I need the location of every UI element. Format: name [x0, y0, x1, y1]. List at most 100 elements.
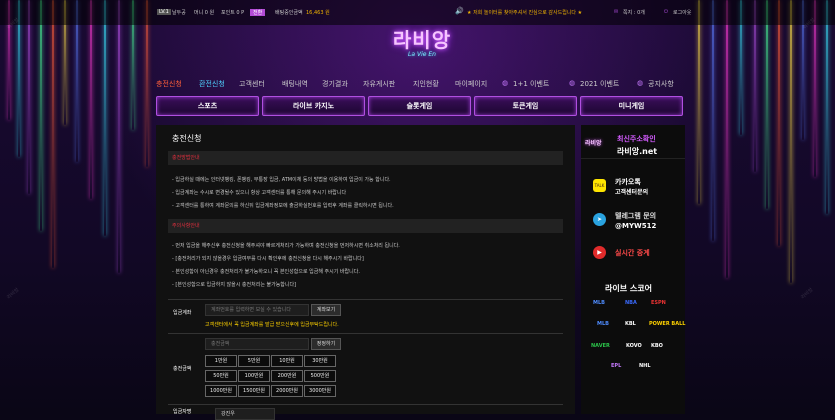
speaker-icon: 🔊 [455, 7, 464, 15]
exchange-button[interactable]: 전환 [250, 9, 266, 16]
nav-mypage[interactable]: 마이페이지 [455, 79, 487, 89]
section-caution: 주의사항안내 [168, 219, 563, 233]
top-bar: LV.1 날두공 머니 0 원 포인트 0 P 전환 배팅중인금액 16,463… [0, 0, 835, 25]
amount-2000[interactable]: 2000만원 [271, 385, 303, 397]
league-logo[interactable]: NBA [625, 300, 637, 306]
league-logo[interactable]: ESPN [651, 300, 666, 306]
live-stream-banner[interactable]: ▶ 실시간 중계 [581, 243, 685, 263]
nav-deposit[interactable]: 충전신청 [156, 79, 182, 89]
message-count[interactable]: 쪽지 : 0개 [623, 9, 645, 16]
amount-label: 충전금액 [173, 366, 192, 372]
telegram-id: @MYW512 [615, 222, 657, 230]
caution-line: - [본인성함으로 입금하지 않을시 충전처리는 불가능합니다] [172, 282, 297, 288]
account-input[interactable]: 계좌번호를 입력하면 보실 수 있습니다 [205, 304, 309, 316]
cat-mini[interactable]: 미니게임 [580, 96, 683, 116]
nav-results[interactable]: 경기결과 [322, 79, 348, 89]
league-logo[interactable]: POWER BALL [649, 321, 686, 327]
notice-icon: ◍ [637, 79, 644, 87]
neon-line [790, 0, 792, 283]
league-logo[interactable]: KBO [651, 343, 663, 349]
site-logo[interactable]: 라비앙 La Vie En [383, 24, 461, 64]
telegram-title: 텔레그램 문의 [615, 212, 657, 220]
league-logo[interactable]: NHL [639, 363, 651, 369]
nav-board[interactable]: 자유게시판 [363, 79, 395, 89]
event-icon: ◍ [502, 79, 509, 87]
caution-line: - [충전처리가 되지 않을경우 입금여부를 다시 확인후에 충전신청을 다시 … [172, 256, 364, 262]
nav-withdraw[interactable]: 환전신청 [199, 79, 225, 89]
nav-bet-history[interactable]: 배팅내역 [282, 79, 308, 89]
guide-line: - 입금계좌는 수시로 변경될수 있으니 항상 고객센터를 통해 문의해 주시기… [172, 190, 347, 196]
league-logo[interactable]: MLB [597, 321, 609, 327]
account-warning: 고객센터에서 꼭 입금계좌를 발급 받으신후에 입금부탁드립니다. [205, 322, 339, 328]
latest-url: 라비앙.net [617, 147, 658, 156]
nav-referrals[interactable]: 지인현황 [413, 79, 439, 89]
depositor-input[interactable]: 강진우 [215, 408, 275, 420]
kakao-sub: 고객센터문의 [615, 189, 649, 196]
neon-line [826, 0, 828, 214]
kakao-banner[interactable]: TALK 카카오톡 고객센터문의 [581, 173, 685, 203]
amount-1500[interactable]: 1500만원 [238, 385, 270, 397]
neon-line [698, 0, 700, 204]
hold-value: 16,463 원 [306, 10, 330, 16]
live-stream-icon: ▶ [593, 246, 606, 259]
username: 날두공 [172, 10, 186, 16]
logout-button[interactable]: 로그아웃 [673, 9, 691, 16]
deposit-panel: 충전신청 충전방법안내 - 입금하실 때에는 인터넷뱅킹, 폰뱅킹, 무통장 입… [156, 125, 575, 420]
live-stream-title: 실시간 중계 [615, 249, 650, 257]
latest-address-banner[interactable]: 라비앙 최신주소확인 라비앙.net [581, 125, 685, 159]
logout-icon: ⏻ [664, 9, 668, 15]
account-row: 입금계좌 계좌번호를 입력하면 보실 수 있습니다 계좌보기 고객센터에서 꼭 … [168, 299, 563, 332]
latest-badge: 라비앙 [585, 140, 602, 147]
nav-notice[interactable]: 공지사항 [648, 79, 674, 89]
amount-500[interactable]: 500만원 [304, 370, 336, 382]
page-title: 충전신청 [172, 134, 202, 143]
view-account-button[interactable]: 계좌보기 [311, 304, 341, 316]
nav-support[interactable]: 고객센터 [239, 79, 265, 89]
amount-1[interactable]: 1만원 [205, 355, 237, 367]
amount-1000[interactable]: 1000만원 [205, 385, 237, 397]
neon-line [52, 0, 54, 268]
nav-event-2021[interactable]: 2021 이벤트 [580, 79, 619, 89]
point-balance: 포인트 0 P [221, 10, 245, 16]
amount-5[interactable]: 5만원 [238, 355, 270, 367]
section-deposit-guide: 충전방법안내 [168, 151, 563, 165]
amount-200[interactable]: 200만원 [271, 370, 303, 382]
amount-100[interactable]: 100만원 [238, 370, 270, 382]
hold-label: 배팅중인금액 [275, 10, 303, 16]
depositor-row: 입금자명 강진우 [168, 404, 563, 420]
money-balance: 머니 0 원 [194, 10, 215, 16]
cat-sports[interactable]: 스포츠 [156, 96, 259, 116]
league-logo[interactable]: NAVER [591, 343, 610, 349]
main-nav: 충전신청 환전신청 고객센터 배팅내역 경기결과 자유게시판 지인현황 마이페이… [0, 79, 835, 91]
telegram-banner[interactable]: ➤ 텔레그램 문의 @MYW512 [581, 207, 685, 237]
mail-icon: ✉ [614, 9, 619, 15]
league-logo[interactable]: MLB [593, 300, 605, 306]
sidebar: 라비앙 최신주소확인 라비앙.net TALK 카카오톡 고객센터문의 ➤ 텔레… [581, 125, 686, 414]
cat-token[interactable]: 토큰게임 [474, 96, 577, 116]
neon-line [778, 0, 780, 246]
event-icon: ◍ [569, 79, 576, 87]
league-logo[interactable]: KOVO [626, 343, 642, 349]
level-badge: LV.1 [157, 9, 171, 15]
neon-line [40, 0, 42, 231]
neon-line [104, 0, 106, 236]
amount-50[interactable]: 50만원 [205, 370, 237, 382]
latest-title: 최신주소확인 [617, 135, 656, 143]
marquee-text: ★ 저희 놀이터를 찾아주셔서 진심으로 감사드립니다 ★ [467, 10, 583, 16]
cat-slot[interactable]: 슬롯게임 [368, 96, 471, 116]
neon-line [90, 0, 92, 199]
nav-event-1plus1[interactable]: 1+1 이벤트 [513, 79, 549, 89]
guide-line: - 입금하실 때에는 인터넷뱅킹, 폰뱅킹, 무통장 입금, ATM이체 등의 … [172, 177, 391, 183]
amount-10[interactable]: 10만원 [271, 355, 303, 367]
league-logo[interactable]: KBL [625, 321, 636, 327]
reset-amount-button[interactable]: 정정하기 [311, 338, 341, 350]
cat-live-casino[interactable]: 라이브 카지노 [262, 96, 365, 116]
neon-line [28, 0, 30, 194]
amount-30[interactable]: 30만원 [304, 355, 336, 367]
category-bar: 스포츠 라이브 카지노 슬롯게임 토큰게임 미니게임 [156, 96, 684, 117]
telegram-icon: ➤ [593, 213, 606, 226]
account-label: 입금계좌 [173, 310, 192, 316]
amount-3000[interactable]: 3000만원 [304, 385, 336, 397]
league-logo[interactable]: EPL [611, 363, 621, 369]
amount-input[interactable]: 충전금액 [205, 338, 309, 350]
